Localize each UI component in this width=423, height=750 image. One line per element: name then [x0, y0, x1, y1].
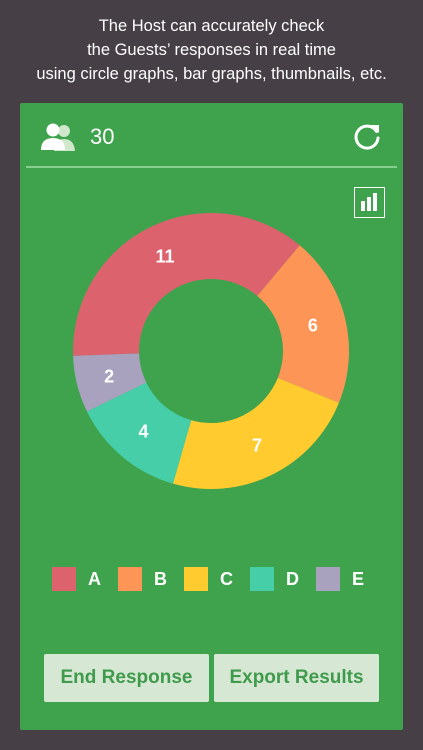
results-panel: 30 11 6 7 4 2 ABCDE End Response Export Resu…: [20, 103, 403, 730]
slice-label-e: 2: [104, 366, 114, 386]
caption-line: The Host can accurately check: [98, 17, 325, 35]
legend-swatch: [52, 567, 76, 591]
legend-label: D: [286, 569, 299, 589]
chart-legend: A B C D E: [52, 567, 382, 591]
slice-label-d: 4: [138, 421, 148, 441]
legend-swatch: [184, 567, 208, 591]
end-response-button[interactable]: End Response: [44, 654, 209, 702]
legend-label: B: [154, 569, 167, 589]
legend-swatch: [118, 567, 142, 591]
slice-label-c: 7: [252, 435, 262, 455]
promo-caption: The Host can accurately check the Guests…: [0, 14, 423, 86]
slice-label-b: 6: [308, 316, 318, 336]
legend-label: E: [352, 569, 365, 589]
caption-line: the Guests’ responses in real time: [87, 41, 336, 59]
legend-swatch: [250, 567, 274, 591]
donut-chart: 11 6 7 4 2: [73, 213, 349, 490]
slice-c: [172, 377, 339, 490]
legend-label: A: [88, 569, 101, 589]
legend-swatch: [316, 567, 340, 591]
slice-a: [73, 213, 300, 356]
export-results-button[interactable]: Export Results: [214, 654, 379, 702]
slice-label-a: 11: [155, 247, 174, 267]
legend-label: C: [220, 569, 233, 589]
caption-line: using circle graphs, bar graphs, thumbna…: [36, 65, 387, 83]
